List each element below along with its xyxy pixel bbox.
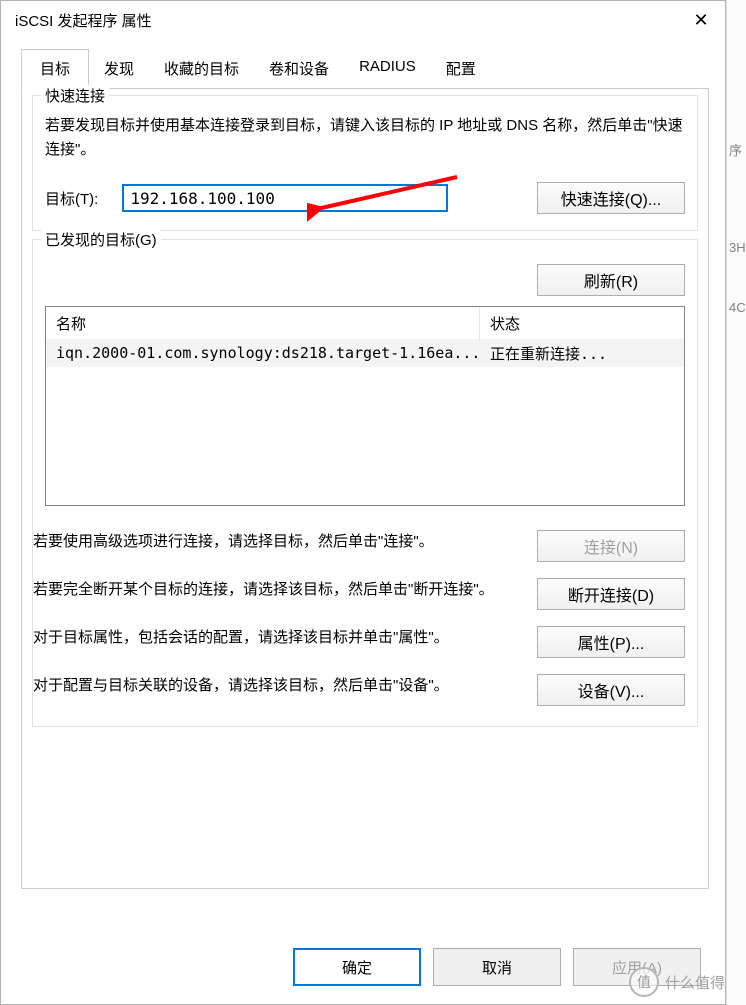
close-icon: ✕: [693, 10, 708, 31]
side-text: 3H: [729, 240, 746, 255]
devices-help: 对于配置与目标关联的设备，请选择该目标，然后单击"设备"。: [33, 674, 449, 698]
apply-button[interactable]: 应用(A): [573, 948, 701, 986]
properties-row: 对于目标属性，包括会话的配置，请选择该目标并单击"属性"。 属性(P)...: [33, 620, 697, 668]
tab-radius[interactable]: RADIUS: [344, 49, 431, 88]
targets-table[interactable]: 名称 状态 iqn.2000-01.com.synology:ds218.tar…: [45, 306, 685, 506]
devices-button[interactable]: 设备(V)...: [537, 674, 685, 706]
discovered-group: 已发现的目标(G) 刷新(R) 名称 状态 iqn.2000-01.com.sy…: [32, 239, 698, 727]
dialog-window: iSCSI 发起程序 属性 ✕ 目标 发现 收藏的目标 卷和设备 RADIUS …: [0, 0, 726, 1005]
quick-connect-group: 快速连接 若要发现目标并使用基本连接登录到目标，请键入该目标的 IP 地址或 D…: [32, 95, 698, 231]
disconnect-help: 若要完全断开某个目标的连接，请选择该目标，然后单击"断开连接"。: [33, 578, 494, 602]
tab-favorites[interactable]: 收藏的目标: [149, 49, 254, 88]
col-name[interactable]: 名称: [46, 307, 480, 340]
table-row[interactable]: iqn.2000-01.com.synology:ds218.target-1.…: [46, 339, 684, 367]
cell-status: 正在重新连接...: [480, 339, 684, 368]
quick-connect-button[interactable]: 快速连接(Q)...: [537, 182, 685, 214]
properties-button[interactable]: 属性(P)...: [537, 626, 685, 658]
titlebar: iSCSI 发起程序 属性 ✕: [1, 1, 725, 39]
refresh-row: 刷新(R): [33, 258, 697, 302]
discovered-title: 已发现的目标(G): [41, 229, 161, 250]
close-button[interactable]: ✕: [677, 1, 725, 39]
col-status[interactable]: 状态: [480, 307, 684, 340]
side-text: 序: [729, 140, 742, 159]
tab-discovery[interactable]: 发现: [89, 49, 149, 88]
tab-panel-targets: 快速连接 若要发现目标并使用基本连接登录到目标，请键入该目标的 IP 地址或 D…: [21, 89, 709, 889]
cancel-button[interactable]: 取消: [433, 948, 561, 986]
tab-config[interactable]: 配置: [431, 49, 491, 88]
tab-volumes[interactable]: 卷和设备: [254, 49, 344, 88]
properties-help: 对于目标属性，包括会话的配置，请选择该目标并单击"属性"。: [33, 626, 449, 650]
tab-bar: 目标 发现 收藏的目标 卷和设备 RADIUS 配置: [21, 49, 709, 89]
dialog-content: 目标 发现 收藏的目标 卷和设备 RADIUS 配置 快速连接 若要发现目标并使…: [1, 39, 725, 889]
refresh-button[interactable]: 刷新(R): [537, 264, 685, 296]
side-text: 4C: [729, 300, 746, 315]
connect-help: 若要使用高级选项进行连接，请选择目标，然后单击"连接"。: [33, 530, 434, 554]
disconnect-button[interactable]: 断开连接(D): [537, 578, 685, 610]
tab-targets[interactable]: 目标: [21, 49, 89, 89]
window-title: iSCSI 发起程序 属性: [15, 10, 152, 31]
cell-name: iqn.2000-01.com.synology:ds218.target-1.…: [46, 340, 480, 366]
table-header: 名称 状态: [46, 307, 684, 339]
disconnect-row: 若要完全断开某个目标的连接，请选择该目标，然后单击"断开连接"。 断开连接(D): [33, 572, 697, 620]
connect-button[interactable]: 连接(N): [537, 530, 685, 562]
target-label: 目标(T):: [45, 188, 98, 209]
ok-button[interactable]: 确定: [293, 948, 421, 986]
connect-row: 若要使用高级选项进行连接，请选择目标，然后单击"连接"。 连接(N): [33, 524, 697, 572]
quick-connect-title: 快速连接: [41, 85, 109, 106]
target-row: 目标(T): 快速连接(Q)...: [45, 182, 685, 214]
quick-connect-help: 若要发现目标并使用基本连接登录到目标，请键入该目标的 IP 地址或 DNS 名称…: [45, 114, 685, 162]
side-fragments: 序 3H 4C: [726, 0, 746, 1005]
dialog-buttons: 确定 取消 应用(A): [293, 948, 701, 986]
devices-row: 对于配置与目标关联的设备，请选择该目标，然后单击"设备"。 设备(V)...: [33, 668, 697, 716]
target-input[interactable]: [122, 184, 448, 212]
